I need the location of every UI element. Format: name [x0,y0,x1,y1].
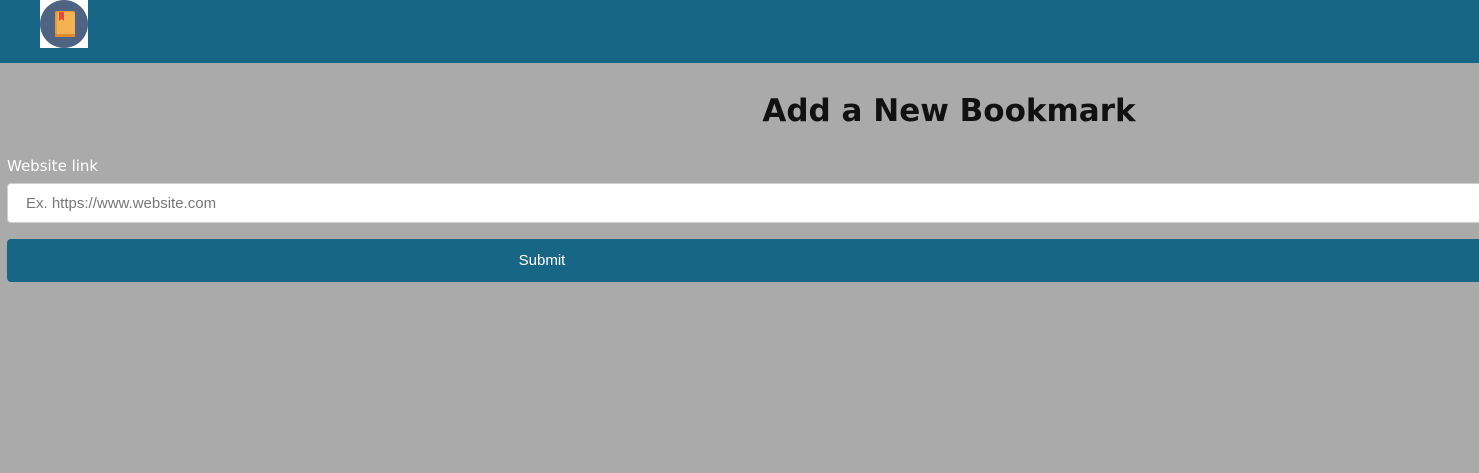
bookmark-logo[interactable] [40,0,88,48]
submit-button[interactable]: Submit [7,239,1479,282]
top-navbar [0,0,1479,63]
website-link-label: Website link [7,157,99,175]
page-title: Add a New Bookmark [762,93,1136,129]
bookmark-book-icon [40,0,88,48]
main-content: Add a New Bookmark Website link Submit [0,63,1479,473]
submit-button-label: Submit [518,252,566,269]
website-link-input[interactable] [7,183,1479,223]
